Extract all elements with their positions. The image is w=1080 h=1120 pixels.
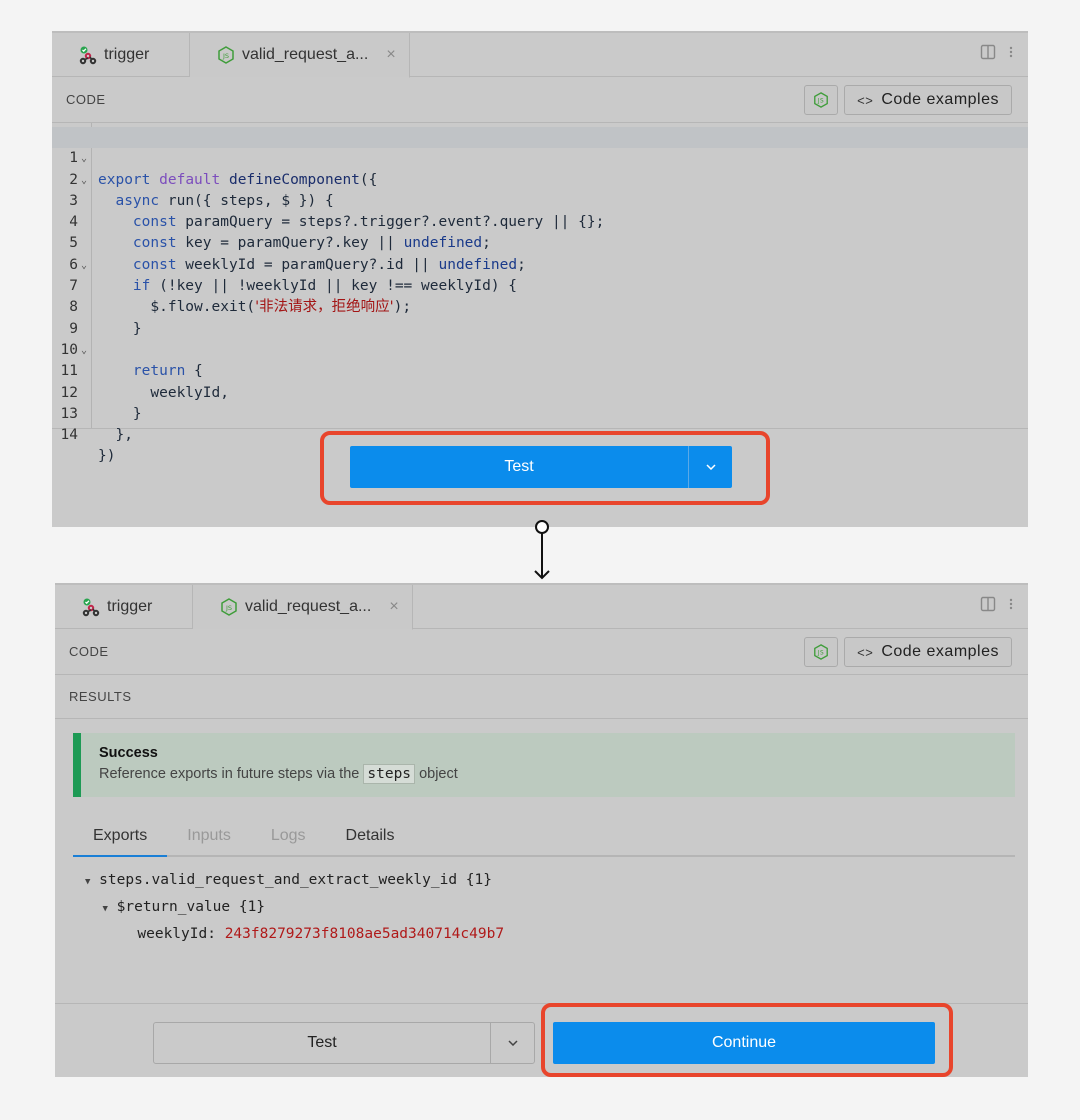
results-footer: Test Continue [55,1003,1028,1077]
split-view-icon[interactable] [980,596,996,617]
close-icon[interactable]: × [389,598,398,616]
caret-down-icon: ▼ [102,904,108,914]
tree-leaf-weekly-id: weeklyId: 243f8279273f8108ae5ad340714c49… [137,926,505,942]
editor-footer: Test [52,429,1028,527]
nodejs-runtime-button[interactable]: JS [804,637,839,667]
tab-label: trigger [107,598,153,615]
tab-valid-request[interactable]: JS valid_request_a... × [193,585,413,630]
nodejs-icon: JS [219,597,239,617]
tabbar-actions [980,596,1014,617]
tab-trigger[interactable]: trigger [55,585,193,629]
tab-inputs[interactable]: Inputs [167,817,251,855]
code-line: 9 [69,320,78,337]
test-options-dropdown[interactable] [688,446,732,488]
svg-text:JS: JS [817,99,824,105]
tab-trigger[interactable]: trigger [52,33,190,77]
tree-node-root[interactable]: ▼ steps.valid_request_and_extract_weekly… [85,867,504,894]
chevron-down-icon [705,464,716,470]
code-line: 3 const paramQuery = steps?.trigger?.eve… [69,192,605,231]
result-tabs: Exports Inputs Logs Details [73,817,1015,857]
tab-label: valid_request_a... [242,46,369,63]
webhook-icon [81,597,101,617]
tab-logs[interactable]: Logs [251,817,326,855]
code-section-label: CODE [69,644,109,659]
nodejs-runtime-button[interactable]: JS [804,85,839,115]
code-section-label: CODE [66,92,106,107]
code-line: 13 }, [60,405,133,444]
test-button-label[interactable]: Test [154,1023,490,1063]
steps-code: steps [363,764,416,784]
svg-text:JS: JS [817,651,824,657]
code-line: 2 ⌄ async run({ steps, $ }) { [69,171,334,209]
code-line: 8 } [69,299,142,337]
svg-text:JS: JS [225,604,232,612]
success-description: Reference exports in future steps via th… [99,764,458,784]
code-line: 1 ⌄ export default defineComponent({ [52,127,1028,188]
nodejs-icon: JS [216,45,236,65]
success-title: Success [99,745,158,761]
tabbar-actions [980,44,1014,65]
tab-exports[interactable]: Exports [73,817,168,857]
test-options-dropdown[interactable] [490,1023,534,1063]
code-section-header: CODE JS <> Code examples [52,77,1028,123]
editor-panel-after: trigger JS valid_request_a... × CODE JS … [55,583,1028,1077]
close-icon[interactable]: × [386,46,395,64]
more-menu-icon[interactable] [1008,596,1014,617]
tree-node-return-value[interactable]: ▼ $return_value {1} [85,894,504,921]
test-button[interactable]: Test [153,1022,535,1064]
continue-button[interactable]: Continue [553,1022,935,1064]
code-examples-label: Code examples [881,91,999,108]
tab-bar: trigger JS valid_request_a... × [55,585,1028,630]
code-line: 11 weeklyId, [60,363,229,401]
code-examples-label: Code examples [881,643,999,660]
success-banner: Success Reference exports in future step… [73,733,1015,797]
results-section-header[interactable]: RESULTS [55,675,1028,719]
nodejs-icon: JS [814,92,829,108]
code-line: 6 ⌄ if (!key || !weeklyId || key !== week… [69,256,518,295]
results-section-label: RESULTS [69,689,132,704]
test-button[interactable]: Test [350,446,732,488]
code-line: 10 ⌄ return { [60,341,203,380]
editor-panel-before: trigger JS valid_request_a... × CODE JS … [52,31,1028,527]
tab-label: trigger [104,46,150,63]
code-line: 7 $.flow.exit('非法请求，拒绝响应'); [69,278,412,316]
code-examples-button[interactable]: <> Code examples [844,637,1012,667]
flow-arrow-icon [534,520,550,580]
test-button-label[interactable]: Test [350,446,688,488]
code-editor[interactable]: 1 ⌄ export default defineComponent({ 2 ⌄ a… [52,123,1028,465]
nodejs-icon: JS [814,644,829,660]
tab-details[interactable]: Details [326,817,415,855]
code-section-header[interactable]: CODE JS <> Code examples [55,629,1028,675]
chevron-down-icon [507,1040,518,1046]
tab-bar: trigger JS valid_request_a... × [52,33,1028,78]
code-line: 4 const key = paramQuery?.key || undefin… [69,214,491,252]
code-examples-button[interactable]: <> Code examples [844,85,1012,115]
code-line: 14 }) [60,427,116,465]
more-menu-icon[interactable] [1008,44,1014,65]
split-view-icon[interactable] [980,44,996,65]
tab-valid-request[interactable]: JS valid_request_a... × [190,33,410,78]
code-brackets-icon: <> [857,644,874,660]
code-line: 12 } [60,384,142,422]
exports-tree: ▼ steps.valid_request_and_extract_weekly… [85,867,504,948]
caret-down-icon: ▼ [85,877,91,887]
code-line: 5 const weeklyId = paramQuery?.id || und… [69,235,526,273]
webhook-icon [78,45,98,65]
svg-text:JS: JS [222,52,229,60]
tab-label: valid_request_a... [245,598,372,615]
code-brackets-icon: <> [857,92,874,108]
